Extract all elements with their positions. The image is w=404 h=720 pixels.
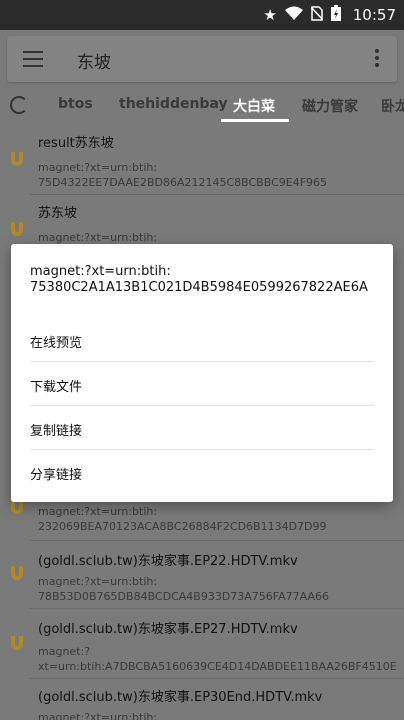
result-title: (goldl.sclub.tw)东坡家事.EP30End.HDTV.mkv [38, 690, 323, 705]
dialog-magnet-link: magnet:?xt=urn:btih: 75380C2A1A13B1C021D… [30, 264, 368, 295]
list-item[interactable]: result苏东坡 magnet:?xt=urn:btih: 75D4322EE… [0, 122, 404, 190]
magnet-action-dialog: magnet:?xt=urn:btih: 75380C2A1A13B1C021D… [11, 244, 393, 502]
list-item[interactable]: (goldl.sclub.tw)东坡家事.EP30End.HDTV.mkv ma… [0, 680, 404, 720]
divider [30, 608, 404, 609]
result-link: magnet:?xt=urn:btih: 232069BEA70123ACA8B… [38, 505, 327, 533]
result-title: result苏东坡 [38, 136, 114, 151]
star-icon: ★ [263, 6, 277, 24]
divider [30, 361, 374, 362]
tab-cili-guanjia[interactable]: 磁力管家 [302, 96, 358, 116]
download-file-option[interactable]: 下载文件 [30, 376, 82, 395]
status-time: 10:57 [352, 6, 396, 24]
result-link: magnet:? xt=urn:btih:A7DBCBA5160639CE4D1… [38, 645, 397, 673]
magnet-icon [11, 222, 23, 236]
online-preview-option[interactable]: 在线预览 [30, 332, 82, 351]
tab-btos[interactable]: btos [58, 96, 93, 112]
no-sim-icon [310, 5, 324, 25]
divider [30, 678, 404, 679]
search-bar[interactable]: 东坡 [7, 36, 397, 82]
battery-icon [330, 5, 341, 25]
result-link: magnet:?xt=urn:btih: [38, 711, 158, 720]
wifi-icon [284, 6, 303, 24]
status-icons: ★ 10:57 [263, 5, 396, 25]
result-title: (goldl.sclub.tw)东坡家事.EP22.HDTV.mkv [38, 554, 298, 569]
divider [30, 540, 404, 541]
copy-link-option[interactable]: 复制链接 [30, 420, 82, 439]
divider [30, 194, 404, 195]
menu-icon[interactable] [23, 51, 43, 67]
more-options-icon[interactable] [375, 49, 379, 70]
magnet-icon [11, 636, 23, 650]
divider [30, 449, 374, 450]
magnet-icon [11, 566, 23, 580]
tab-thehiddenbay[interactable]: thehiddenbay [119, 96, 228, 112]
share-link-option[interactable]: 分享链接 [30, 464, 82, 483]
result-title: 苏东坡 [38, 206, 78, 221]
magnet-icon [11, 152, 23, 166]
list-item[interactable]: (goldl.sclub.tw)东坡家事.EP22.HDTV.mkv magne… [0, 542, 404, 608]
search-input[interactable]: 东坡 [77, 48, 111, 73]
result-title: (goldl.sclub.tw)东坡家事.EP27.HDTV.mkv [38, 622, 298, 637]
list-item[interactable]: (goldl.sclub.tw)东坡家事.EP27.HDTV.mkv magne… [0, 610, 404, 676]
source-tabs: btos thehiddenbay 大白菜 磁力管家 卧龙 [0, 90, 404, 122]
tab-dabaicai[interactable]: 大白菜 [233, 96, 275, 116]
app-bar: 东坡 btos thehiddenbay 大白菜 磁力管家 卧龙 [0, 30, 404, 122]
divider [30, 405, 374, 406]
result-link: magnet:?xt=urn:btih: 78B53D0B765DB84BCDC… [38, 575, 329, 603]
refresh-icon[interactable] [10, 96, 28, 114]
result-link: magnet:?xt=urn:btih: [38, 231, 158, 244]
result-link: magnet:?xt=urn:btih: 75D4322EE7DAAE2BD86… [38, 161, 328, 189]
status-bar: ★ 10:57 [0, 0, 404, 30]
tab-wolong[interactable]: 卧龙 [381, 96, 404, 116]
